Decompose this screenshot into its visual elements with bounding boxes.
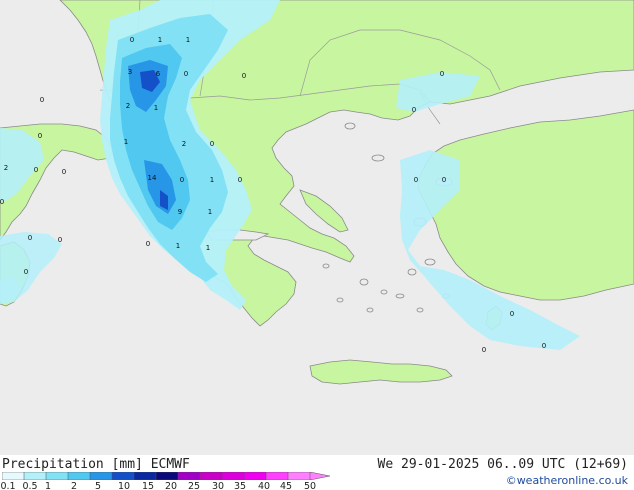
precip-value-label: 0 [412,106,416,114]
legend-tick-label: 50 [303,481,317,490]
legend-labels: 0.1 0.5 1 2 5 10 15 20 25 30 35 40 45 50 [0,481,340,490]
precip-value-label: 2 [126,102,130,110]
legend-swatch [111,472,135,480]
precip-value-label: 14 [148,174,157,182]
precip-value-label: 0 [242,72,246,80]
legend-tick-label: 45 [279,481,293,490]
precip-value-label: 6 [156,70,161,78]
precip-value-label: 0 [146,240,150,248]
precip-value-label: 1 [176,242,180,250]
precip-value-label: 0 [58,236,62,244]
legend-tick-label: 30 [211,481,225,490]
legend-tick-label: 10 [117,481,131,490]
legend-swatch [133,472,157,480]
legend-tick-label: 40 [257,481,271,490]
legend-tick-label: 2 [70,481,78,490]
source-credit[interactable]: ©weatheronline.co.uk [506,474,628,487]
precip-value-label: 0 [24,268,28,276]
precip-value-label: 1 [206,244,210,252]
precip-value-label: 1 [158,36,162,44]
map-canvas: 0 1 1 3 6 0 0 2 1 0 0 1 2 0 14 0 1 0 9 1 0 2 0 0 0 0 0 1 1 0 0 0 0 0 0 0 0 [0,0,634,455]
precip-value-label: 0 [210,140,214,148]
legend-tick-label: 1 [44,481,52,490]
precip-value-label: 1 [154,104,158,112]
precip-value-label: 3 [128,68,132,76]
precip-value-label: 2 [182,140,186,148]
precip-value-label: 0 [130,36,134,44]
legend-tick-label: 0.5 [22,481,38,490]
precip-value-label: 0 [440,70,444,78]
precip-value-label: 0 [40,96,44,104]
precip-value-label: 0 [38,132,42,140]
legend-swatch [155,472,179,480]
precip-value-label: 0 [238,176,242,184]
precip-value-label: 0 [542,342,546,350]
legend-swatch [199,472,223,480]
legend-tick-label: 25 [187,481,201,490]
valid-datetime: We 29-01-2025 06..09 UTC (12+69) [377,457,628,472]
precip-value-label: 0 [510,310,514,318]
precip-value-label: 1 [210,176,214,184]
precip-value-label: 1 [186,36,190,44]
legend-swatch [221,472,245,480]
legend-swatch [287,472,311,480]
precip-value-label: 0 [28,234,32,242]
legend-overflow-arrow [309,472,331,480]
precip-value-label: 0 [0,198,4,206]
precip-value-label: 0 [62,168,66,176]
legend-swatch [67,472,91,480]
precip-value-label: 9 [178,208,182,216]
legend-tick-label: 20 [164,481,178,490]
precipitation-map-view: 0 1 1 3 6 0 0 2 1 0 0 1 2 0 14 0 1 0 9 1 0 2 0 0 0 0 0 1 1 0 0 0 0 0 0 0 0 P… [0,0,634,490]
legend-swatch [89,472,113,480]
legend-tick-label: 0.1 [0,481,16,490]
product-title: Precipitation [mm] ECMWF [2,457,190,472]
legend-swatch [45,472,69,480]
legend-swatch [23,472,47,480]
precip-value-label: 0 [442,176,446,184]
precip-value-label: 0 [184,70,188,78]
precip-value-label: 0 [482,346,486,354]
legend-tick-label: 35 [233,481,247,490]
legend-color-bar [2,472,331,480]
precip-value-label: 1 [208,208,212,216]
legend-tick-label: 5 [94,481,102,490]
precip-value-label: 2 [4,164,8,172]
legend-swatch [243,472,267,480]
precip-value-label: 1 [124,138,128,146]
precip-value-label: 0 [180,176,184,184]
precip-value-label: 0 [34,166,38,174]
legend-tick-label: 15 [141,481,155,490]
legend-swatch [2,472,25,480]
legend-swatch [177,472,201,480]
precip-value-label: 0 [414,176,418,184]
legend-swatch [265,472,289,480]
